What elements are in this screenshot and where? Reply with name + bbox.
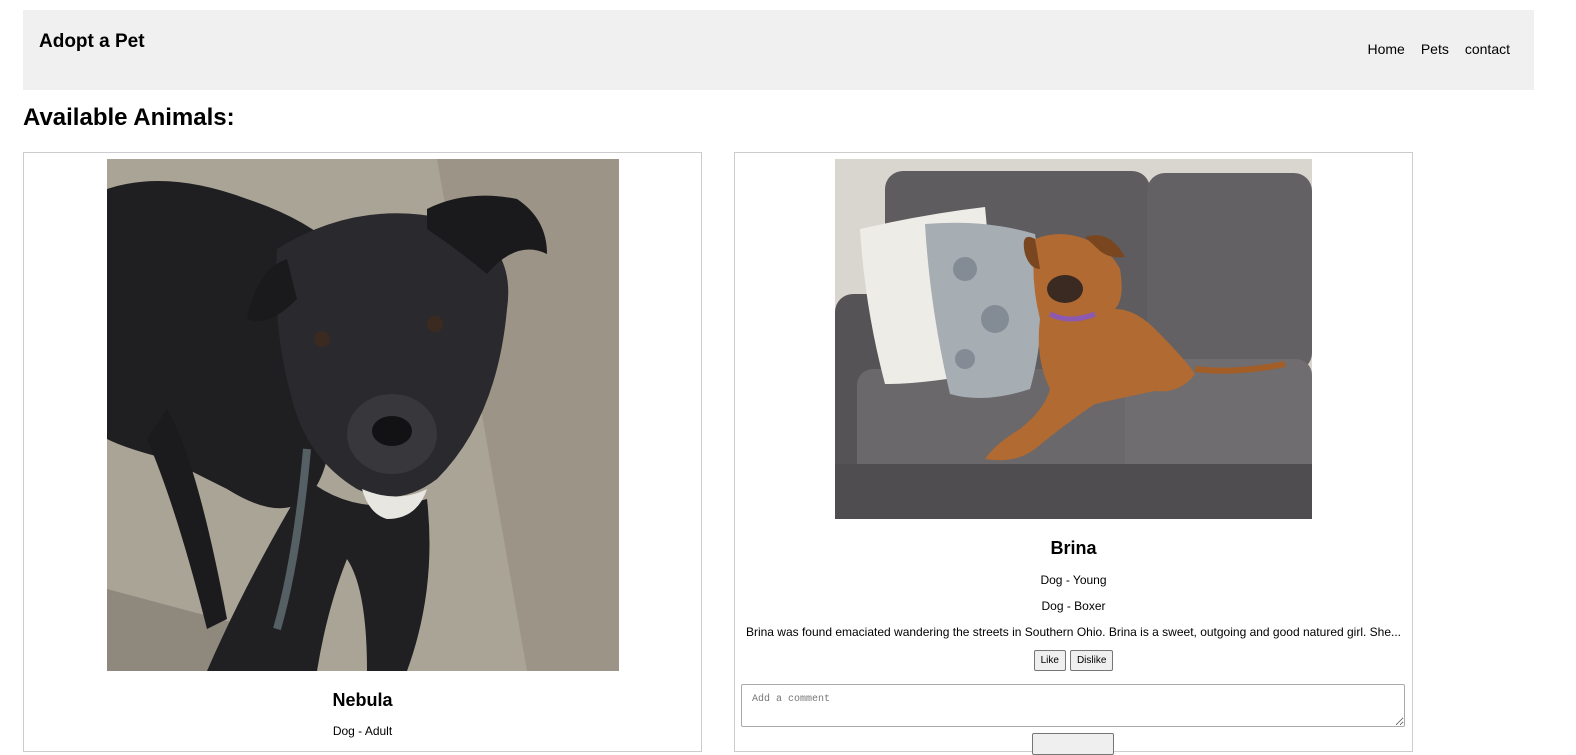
pet-name: Nebula [332,690,393,710]
site-title: Adopt a Pet [39,31,145,52]
reaction-buttons: Like Dislike [735,650,1412,671]
nav-home-link[interactable]: Home [1367,41,1404,57]
nav-pets-link[interactable]: Pets [1421,41,1449,57]
page-title: Available Animals: [23,104,235,131]
pet-card-brina: Brina Dog - Young Dog - Boxer Brina was … [734,152,1413,755]
dislike-button[interactable]: Dislike [1069,650,1114,671]
submit-comment-button[interactable] [1032,733,1114,755]
site-header: Adopt a Pet Home Pets contact [23,10,1534,90]
black-dog-photo [107,159,619,671]
pet-age: Dog - Young [1040,573,1107,587]
pet-photo[interactable] [107,159,619,671]
like-button[interactable]: Like [1033,650,1066,671]
pet-age: Dog - Adult [332,724,393,738]
pet-name: Brina [1050,538,1097,558]
pet-photo[interactable] [835,159,1312,519]
main-nav: Home Pets contact [1367,41,1510,57]
pet-description: Brina was found emaciated wandering the … [745,625,1402,639]
pet-card-nebula: Nebula Dog - Adult [23,152,702,752]
pet-breed: Dog - Boxer [1041,599,1106,613]
brown-dog-on-couch-photo [835,159,1312,519]
nav-contact-link[interactable]: contact [1465,41,1510,57]
comment-input[interactable] [741,684,1405,727]
